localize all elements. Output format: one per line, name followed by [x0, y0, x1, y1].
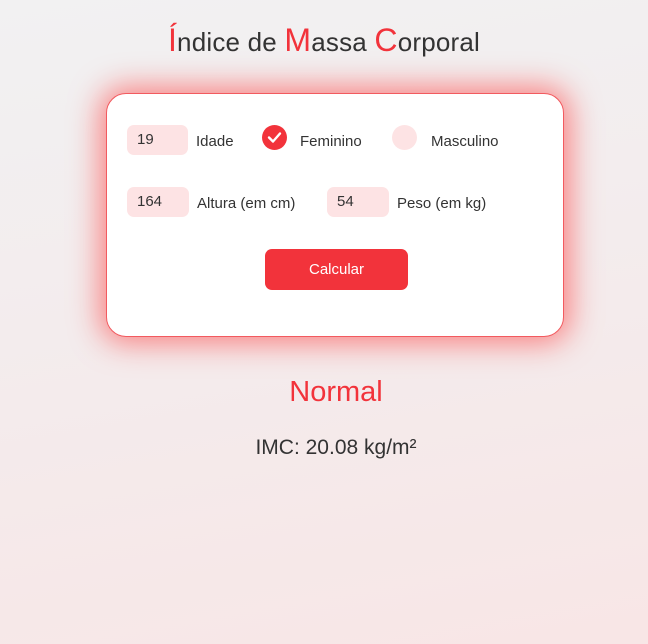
title-text-ndice: ndice de: [177, 27, 285, 57]
radio-masculino-label: Masculino: [431, 133, 499, 150]
calculate-button[interactable]: Calcular: [265, 249, 408, 290]
weight-input[interactable]: 54: [327, 187, 389, 217]
result-imc-value: IMC: 20.08 kg/m²: [255, 436, 417, 459]
height-label: Altura (em cm): [197, 195, 296, 212]
title-letter-i: Í: [167, 22, 178, 58]
radio-feminino-label: Feminino: [300, 133, 362, 150]
height-input[interactable]: 164: [127, 187, 189, 217]
radio-feminino[interactable]: [262, 125, 287, 150]
result-category: Normal: [289, 376, 383, 408]
title-text-orporal: orporal: [397, 27, 481, 57]
imc-form-card: 19 Idade Feminino Masculino 164 Altura (…: [106, 93, 564, 337]
age-label: Idade: [196, 133, 234, 150]
title-letter-c: C: [374, 22, 398, 58]
checkmark-icon: [267, 132, 282, 143]
radio-masculino[interactable]: [392, 125, 417, 150]
weight-label: Peso (em kg): [397, 195, 487, 212]
page-title: Índice de Massa Corporal: [0, 22, 648, 59]
title-text-assa: assa: [311, 27, 375, 57]
title-letter-m: M: [284, 22, 312, 58]
age-input[interactable]: 19: [127, 125, 188, 155]
